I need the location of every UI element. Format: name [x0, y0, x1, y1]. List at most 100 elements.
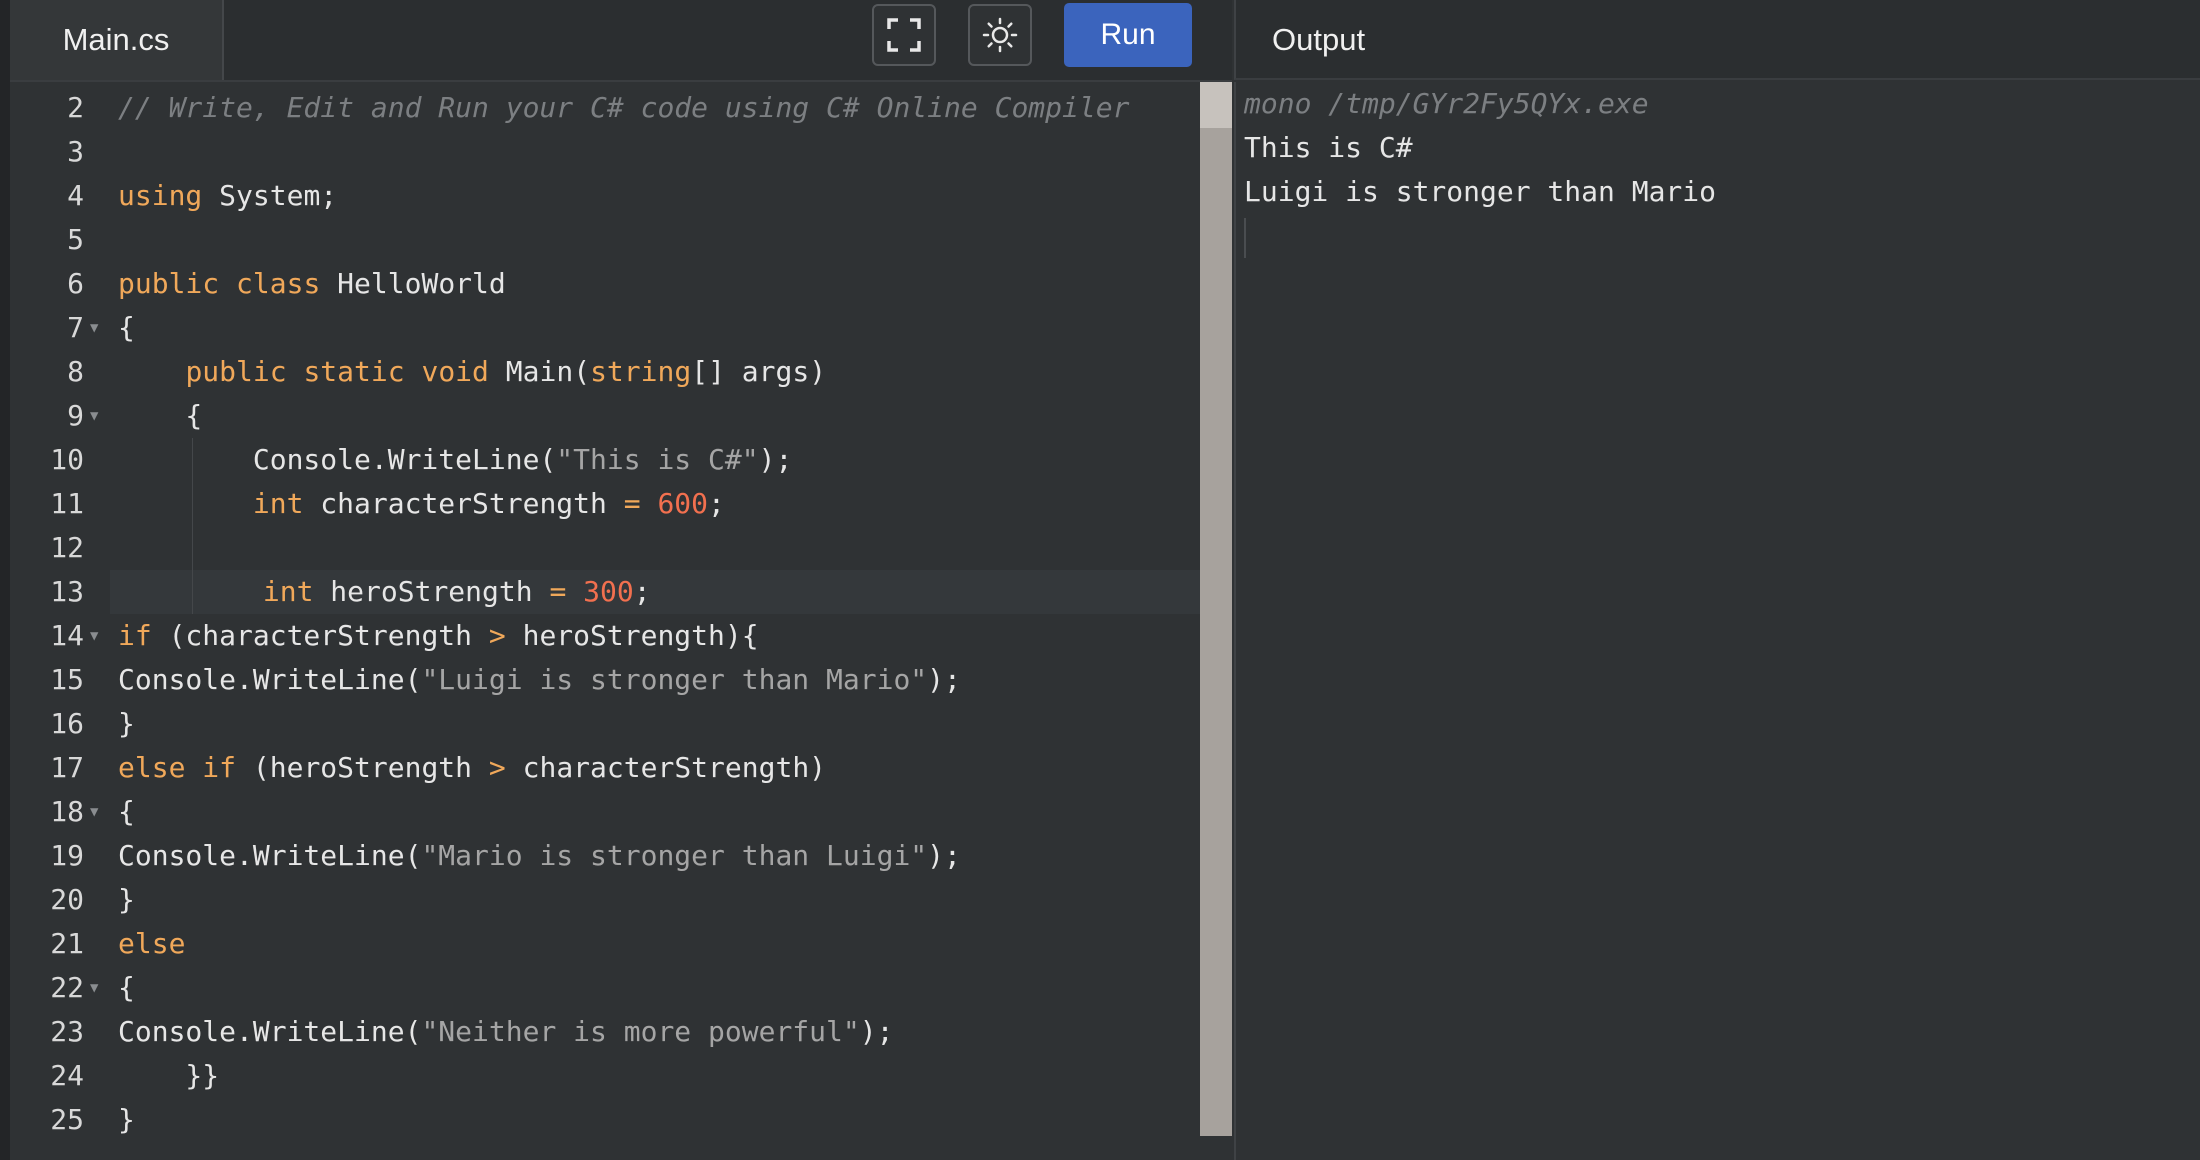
line-number: 17 — [50, 751, 84, 784]
code-token: ); — [859, 1015, 894, 1048]
code-token: } — [118, 707, 135, 740]
code-line[interactable]: 9 ▼ { — [10, 394, 1200, 438]
fullscreen-icon — [887, 18, 921, 52]
fold-arrow-icon[interactable]: ▼ — [90, 790, 98, 834]
output-line: Luigi is stronger than Mario — [1244, 175, 1717, 208]
code-line[interactable]: 8 public static void Main(string[] args) — [10, 350, 1200, 394]
code-editor[interactable]: 2 // Write, Edit and Run your C# code usi… — [10, 82, 1200, 1160]
code-line[interactable]: 16} — [10, 702, 1200, 746]
code-token: Console.WriteLine( — [118, 663, 422, 696]
code-line[interactable]: 7 ▼ { — [10, 306, 1200, 350]
code-line[interactable]: 22 ▼ { — [10, 966, 1200, 1010]
line-number: 23 — [50, 1015, 84, 1048]
code-token: 600 — [657, 487, 709, 520]
code-text: { — [118, 966, 135, 1010]
code-line[interactable]: 15 Console.WriteLine("Luigi is stronger t… — [10, 658, 1200, 702]
code-text: { — [118, 790, 135, 834]
code-token: [] args) — [691, 355, 827, 388]
code-token: "This is C#" — [556, 443, 759, 476]
code-text: if (characterStrength > heroStrength){ — [118, 614, 759, 658]
code-line[interactable]: 12 — [10, 526, 1200, 570]
editor-scrollbar[interactable] — [1200, 82, 1232, 1136]
file-tab-main-cs[interactable]: Main.cs — [10, 0, 224, 80]
line-number: 14 — [50, 619, 84, 652]
code-line[interactable]: 5 — [10, 218, 1200, 262]
code-token: int — [252, 487, 304, 520]
line-number: 20 — [50, 883, 84, 916]
code-token: public — [118, 267, 220, 300]
code-text: Console.WriteLine("Neither is more power… — [118, 1010, 893, 1054]
code-line[interactable]: 14 ▼ if (characterStrength > heroStrength)… — [10, 614, 1200, 658]
code-text: else — [118, 922, 185, 966]
code-text: public static void Main(string[] args) — [118, 350, 826, 394]
line-number: 9 — [67, 399, 84, 432]
line-number: 3 — [67, 135, 84, 168]
code-text: } — [118, 702, 135, 746]
editor-header: Main.cs Run — [10, 0, 1232, 82]
fold-arrow-icon[interactable]: ▼ — [90, 614, 98, 658]
code-line[interactable]: 3 — [10, 130, 1200, 174]
code-text: // Write, Edit and Run your C# code usin… — [118, 86, 1129, 130]
code-line[interactable]: 10 Console.WriteLine("This is C#"); — [10, 438, 1200, 482]
fold-arrow-icon[interactable]: ▼ — [90, 394, 98, 438]
output-header: Output — [1234, 0, 2200, 80]
code-text: Console.WriteLine("Luigi is stronger tha… — [118, 658, 961, 702]
code-token: = — [549, 575, 567, 608]
code-text: } — [118, 878, 135, 922]
code-text: { — [118, 306, 135, 350]
output-cursor — [1244, 218, 1246, 258]
code-line[interactable]: 17 else if (heroStrength > characterStren… — [10, 746, 1200, 790]
theme-toggle-button[interactable] — [968, 4, 1032, 66]
code-line[interactable]: 19 Console.WriteLine("Mario is stronger t… — [10, 834, 1200, 878]
fullscreen-button[interactable] — [872, 4, 936, 66]
fold-arrow-icon[interactable]: ▼ — [90, 306, 98, 350]
line-number: 18 — [50, 795, 84, 828]
code-line[interactable]: 21 else — [10, 922, 1200, 966]
code-token: Main( — [488, 355, 591, 388]
code-line[interactable]: 24 }} — [10, 1054, 1200, 1098]
code-token: }} — [118, 1059, 220, 1092]
fold-arrow-icon[interactable]: ▼ — [90, 966, 98, 1010]
output-line: This is C# — [1244, 131, 1413, 164]
code-line[interactable]: 2 // Write, Edit and Run your C# code usi… — [10, 86, 1200, 130]
code-token: static — [303, 355, 405, 388]
line-number: 25 — [50, 1103, 84, 1136]
code-line-active[interactable]: 13 int heroStrength = 300; — [50, 570, 1200, 614]
run-button[interactable]: Run — [1064, 3, 1192, 67]
output-panel[interactable]: mono /tmp/GYr2Fy5QYx.exe This is C# Luig… — [1234, 82, 2200, 1160]
line-number: 11 — [50, 487, 84, 520]
code-line[interactable]: 25} — [10, 1098, 1200, 1142]
code-token: { — [118, 971, 135, 1004]
line-number: 8 — [67, 355, 84, 388]
code-line[interactable]: 6 public class HelloWorld — [10, 262, 1200, 306]
code-token: HelloWorld — [320, 267, 506, 300]
code-line[interactable]: 23 Console.WriteLine("Neither is more pow… — [10, 1010, 1200, 1054]
code-token: ; — [633, 575, 651, 608]
code-line[interactable]: 18 ▼ { — [10, 790, 1200, 834]
code-token: ); — [758, 443, 793, 476]
scrollbar-thumb[interactable] — [1200, 82, 1232, 128]
line-number: 2 — [67, 91, 84, 124]
code-token: void — [421, 355, 489, 388]
code-token: ; — [708, 487, 725, 520]
code-token: (heroStrength — [236, 751, 489, 784]
code-token: // Write, Edit and Run your C# code usin… — [118, 91, 1130, 124]
code-token: characterStrength) — [505, 751, 827, 784]
code-line[interactable]: 4 using System; — [10, 174, 1200, 218]
line-number: 10 — [50, 443, 84, 476]
code-text: Console.WriteLine("This is C#"); — [118, 438, 792, 482]
code-line[interactable]: 11 int characterStrength = 600; — [10, 482, 1200, 526]
code-token: { — [118, 399, 203, 432]
code-line[interactable]: 20} — [10, 878, 1200, 922]
code-token: heroStrength){ — [505, 619, 759, 652]
line-number: 4 — [67, 179, 84, 212]
code-text: { — [118, 394, 202, 438]
code-token: int — [262, 575, 314, 608]
line-number: 12 — [50, 531, 84, 564]
code-text: }} — [118, 1054, 219, 1098]
